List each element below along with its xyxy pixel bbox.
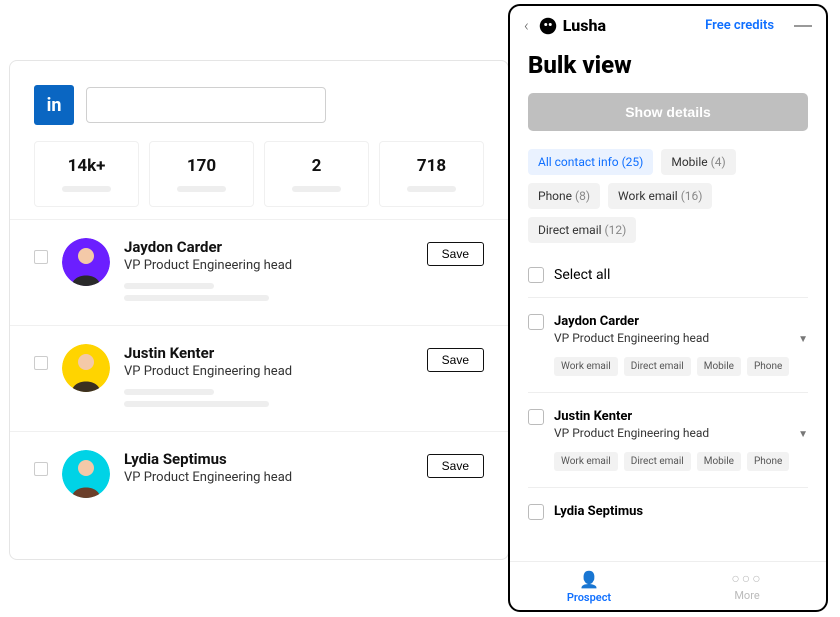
skeleton-bar bbox=[177, 186, 227, 192]
free-credits-link[interactable]: Free credits bbox=[705, 18, 774, 33]
select-all-row: Select all bbox=[528, 259, 808, 298]
skeleton-bar bbox=[124, 283, 214, 289]
linkedin-header: in bbox=[10, 61, 508, 141]
skeleton-bar bbox=[407, 186, 457, 192]
stat-value: 718 bbox=[390, 156, 473, 176]
tag-direct-email: Direct email bbox=[624, 357, 691, 376]
filter-chip-phone[interactable]: Phone (8) bbox=[528, 183, 600, 209]
filter-chip-all[interactable]: All contact info (25) bbox=[528, 149, 653, 175]
skeleton-bar bbox=[124, 389, 214, 395]
prospect-title: VP Product Engineering head bbox=[554, 331, 709, 345]
filter-chip-work-email[interactable]: Work email (16) bbox=[608, 183, 712, 209]
prospect-name: Lydia Septimus bbox=[554, 504, 643, 519]
save-button[interactable]: Save bbox=[427, 348, 484, 372]
contact-tags: Work email Direct email Mobile Phone bbox=[554, 357, 808, 376]
panel-footer: 👤 Prospect ○○○ More bbox=[510, 561, 826, 610]
prospect-item: Justin Kenter VP Product Engineering hea… bbox=[528, 393, 808, 488]
prospect-name: Jaydon Carder bbox=[554, 314, 709, 329]
result-row: Lydia Septimus VP Product Engineering he… bbox=[10, 431, 508, 516]
minimize-icon[interactable] bbox=[794, 25, 812, 27]
prospect-name: Justin Kenter bbox=[554, 409, 709, 424]
prospect-checkbox[interactable] bbox=[528, 504, 544, 520]
stat-cell[interactable]: 718 bbox=[379, 141, 484, 207]
row-checkbox[interactable] bbox=[34, 356, 48, 370]
result-title: VP Product Engineering head bbox=[124, 470, 413, 485]
prospect-title: VP Product Engineering head bbox=[554, 426, 709, 440]
skeleton-bar bbox=[124, 401, 269, 407]
result-name[interactable]: Lydia Septimus bbox=[124, 450, 413, 468]
prospect-item: Lydia Septimus bbox=[528, 488, 808, 520]
search-input[interactable] bbox=[86, 87, 326, 123]
result-name[interactable]: Justin Kenter bbox=[124, 344, 413, 362]
stats-row: 14k+ 170 2 718 bbox=[10, 141, 508, 207]
person-icon: 👤 bbox=[510, 570, 668, 589]
avatar bbox=[62, 238, 110, 286]
filter-chip-direct-email[interactable]: Direct email (12) bbox=[528, 217, 636, 243]
stat-cell[interactable]: 14k+ bbox=[34, 141, 139, 207]
stat-value: 14k+ bbox=[45, 156, 128, 176]
panel-header: ‹ Lusha Free credits bbox=[510, 6, 826, 45]
stat-cell[interactable]: 170 bbox=[149, 141, 254, 207]
back-icon[interactable]: ‹ bbox=[524, 16, 529, 35]
result-title: VP Product Engineering head bbox=[124, 258, 413, 273]
skeleton-bar bbox=[124, 295, 269, 301]
result-row: Justin Kenter VP Product Engineering hea… bbox=[10, 325, 508, 431]
tag-phone: Phone bbox=[747, 452, 789, 471]
skeleton-bar bbox=[292, 186, 342, 192]
tag-direct-email: Direct email bbox=[624, 452, 691, 471]
lusha-panel: ‹ Lusha Free credits Bulk view Show deta… bbox=[508, 4, 828, 612]
stat-value: 170 bbox=[160, 156, 243, 176]
tag-work-email: Work email bbox=[554, 357, 618, 376]
tag-work-email: Work email bbox=[554, 452, 618, 471]
lusha-logo-icon bbox=[539, 17, 557, 35]
select-all-checkbox[interactable] bbox=[528, 267, 544, 283]
more-icon: ○○○ bbox=[668, 570, 826, 587]
select-all-label: Select all bbox=[554, 267, 610, 283]
footer-tab-prospect[interactable]: 👤 Prospect bbox=[510, 570, 668, 604]
prospect-item: Jaydon Carder VP Product Engineering hea… bbox=[528, 298, 808, 393]
chevron-down-icon[interactable]: ▼ bbox=[798, 429, 808, 440]
brand-name: Lusha bbox=[563, 16, 606, 35]
result-row: Jaydon Carder VP Product Engineering hea… bbox=[10, 219, 508, 325]
linkedin-results-card: in 14k+ 170 2 718 Jaydon Carder VP Produ… bbox=[9, 60, 509, 560]
filter-chip-mobile[interactable]: Mobile (4) bbox=[661, 149, 735, 175]
tag-phone: Phone bbox=[747, 357, 789, 376]
skeleton-bar bbox=[62, 186, 112, 192]
prospect-checkbox[interactable] bbox=[528, 314, 544, 330]
stat-value: 2 bbox=[275, 156, 358, 176]
page-title: Bulk view bbox=[528, 51, 808, 79]
result-name[interactable]: Jaydon Carder bbox=[124, 238, 413, 256]
prospect-checkbox[interactable] bbox=[528, 409, 544, 425]
tag-mobile: Mobile bbox=[697, 452, 741, 471]
chevron-down-icon[interactable]: ▼ bbox=[798, 334, 808, 345]
tag-mobile: Mobile bbox=[697, 357, 741, 376]
show-details-button[interactable]: Show details bbox=[528, 93, 808, 131]
row-checkbox[interactable] bbox=[34, 250, 48, 264]
avatar bbox=[62, 450, 110, 498]
brand: Lusha bbox=[539, 16, 606, 35]
save-button[interactable]: Save bbox=[427, 454, 484, 478]
linkedin-logo-icon: in bbox=[34, 85, 74, 125]
contact-tags: Work email Direct email Mobile Phone bbox=[554, 452, 808, 471]
avatar bbox=[62, 344, 110, 392]
save-button[interactable]: Save bbox=[427, 242, 484, 266]
footer-tab-more[interactable]: ○○○ More bbox=[668, 570, 826, 604]
filter-chips: All contact info (25) Mobile (4) Phone (… bbox=[528, 149, 808, 243]
stat-cell[interactable]: 2 bbox=[264, 141, 369, 207]
result-title: VP Product Engineering head bbox=[124, 364, 413, 379]
row-checkbox[interactable] bbox=[34, 462, 48, 476]
